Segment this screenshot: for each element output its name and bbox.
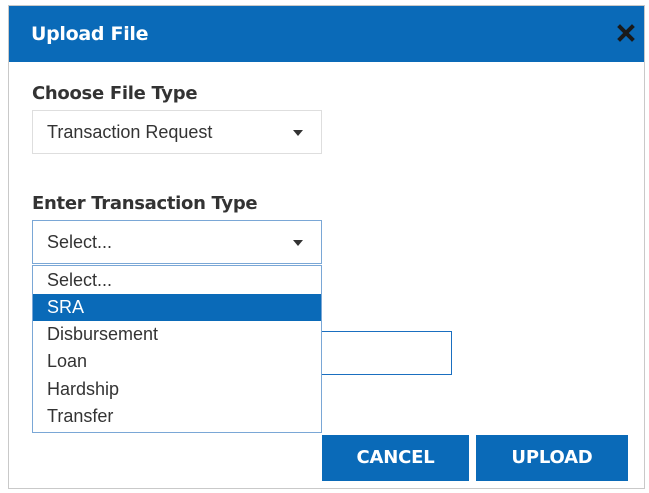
option-transfer[interactable]: Transfer: [33, 403, 321, 430]
close-button[interactable]: [617, 24, 635, 42]
upload-file-dialog: Upload File Choose File Type Transaction…: [8, 5, 645, 489]
transaction-type-dropdown: Select... SRA Disbursement Loan Hardship…: [32, 265, 322, 433]
partially-hidden-input[interactable]: [322, 331, 452, 375]
dialog-titlebar: Upload File: [9, 6, 644, 62]
option-loan[interactable]: Loan: [33, 348, 321, 375]
transaction-type-value: Select...: [47, 232, 113, 252]
chevron-down-icon: [293, 240, 303, 246]
upload-button[interactable]: UPLOAD: [476, 435, 628, 481]
transaction-type-select[interactable]: Select...: [32, 220, 322, 264]
close-icon: [617, 24, 635, 42]
chevron-down-icon: [293, 130, 303, 136]
file-type-select[interactable]: Transaction Request: [32, 110, 322, 154]
transaction-type-label: Enter Transaction Type: [32, 193, 258, 214]
file-type-label: Choose File Type: [32, 83, 198, 104]
cancel-button[interactable]: CANCEL: [322, 435, 469, 481]
option-disbursement[interactable]: Disbursement: [33, 321, 321, 348]
option-sra[interactable]: SRA: [33, 294, 321, 321]
option-hardship[interactable]: Hardship: [33, 376, 321, 403]
dialog-title: Upload File: [31, 23, 149, 45]
file-type-value: Transaction Request: [47, 122, 213, 142]
option-select[interactable]: Select...: [33, 267, 321, 294]
